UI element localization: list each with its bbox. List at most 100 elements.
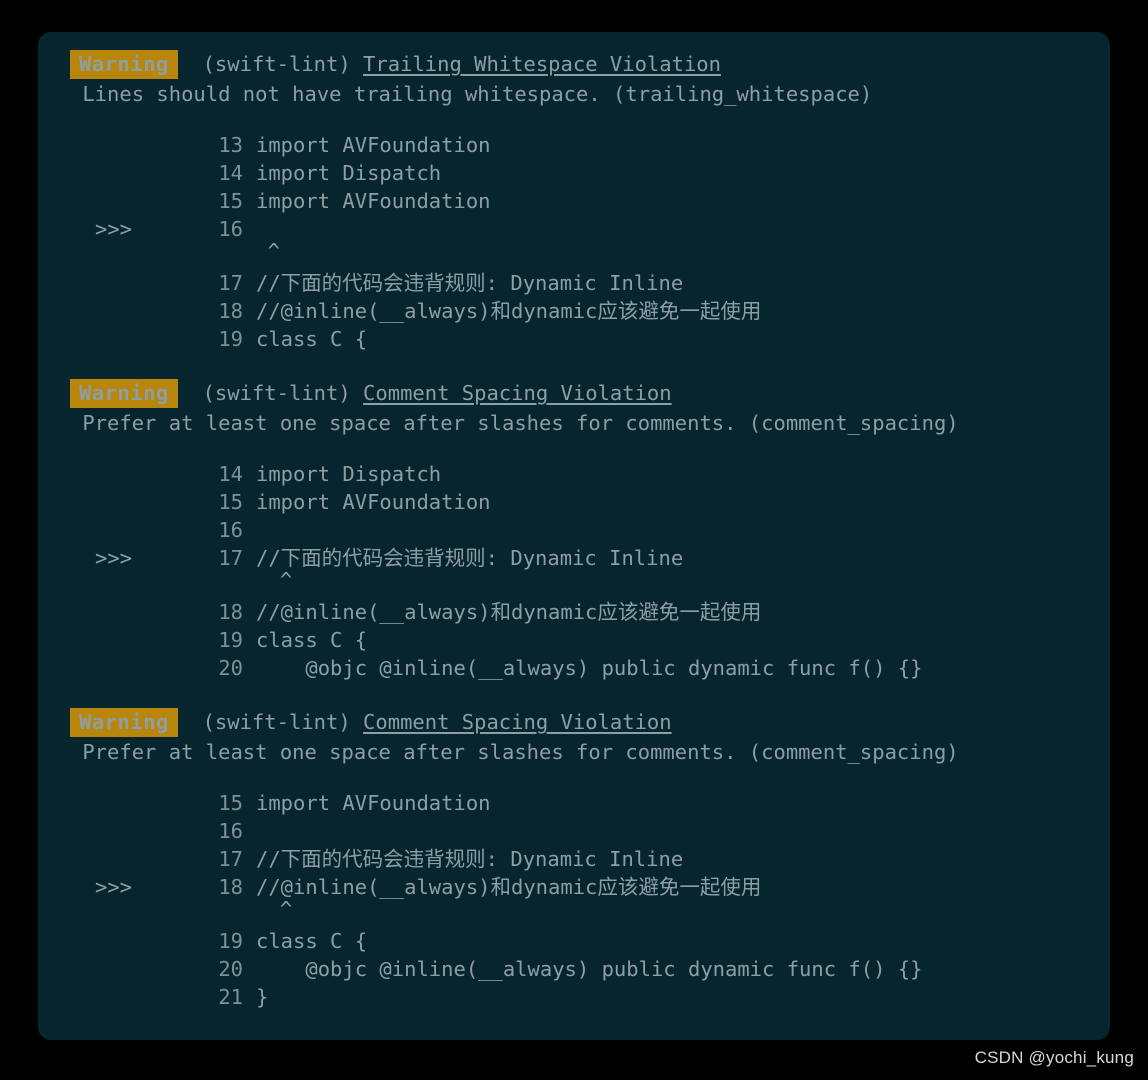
violation-entry: Warning (swift-lint) Comment Spacing Vio… (38, 379, 1110, 682)
line-number: 19 (218, 327, 243, 351)
line-number: 17 (218, 546, 243, 570)
source-code-text: import AVFoundation (256, 490, 491, 514)
line-number: 18 (218, 875, 243, 899)
violation-header: Warning (swift-lint) Comment Spacing Vio… (38, 708, 1110, 737)
line-number: 16 (218, 217, 243, 241)
line-number: 18 (218, 299, 243, 323)
rule-link[interactable]: Comment Spacing Violation (363, 710, 672, 734)
section-divider (38, 353, 1110, 379)
code-line: 18 //@inline(__always)和dynamic应该避免一起使用 (38, 297, 1110, 325)
source-code-text: @objc @inline(__always) public dynamic f… (256, 656, 923, 680)
code-line: 19 class C { (38, 626, 1110, 654)
code-line: 20 @objc @inline(__always) public dynami… (38, 955, 1110, 983)
rule-link[interactable]: Trailing Whitespace Violation (363, 52, 721, 76)
source-code-text: class C { (256, 327, 368, 351)
source-code-text: import Dispatch (256, 161, 442, 185)
code-line: 14 import Dispatch (38, 159, 1110, 187)
source-code-text: //@inline(__always)和dynamic应该避免一起使用 (256, 875, 762, 899)
line-number: 18 (218, 600, 243, 624)
violation-pointer-marker: >>> (95, 875, 133, 899)
code-line: 19 class C { (38, 927, 1110, 955)
code-line: 16 (38, 516, 1110, 544)
code-line: 15 import AVFoundation (38, 789, 1110, 817)
code-context-block: 14 import Dispatch 15 import AVFoundation 16… (38, 460, 1110, 682)
code-line: 17 //下面的代码会违背规则: Dynamic Inline (38, 269, 1110, 297)
code-line: >>> 16 (38, 215, 1110, 243)
violation-entry: Warning (swift-lint) Comment Spacing Vio… (38, 708, 1110, 1011)
line-number: 13 (218, 133, 243, 157)
code-context-block: 13 import AVFoundation 14 import Dispatch 15… (38, 131, 1110, 353)
violation-header: Warning (swift-lint) Trailing Whitespace… (38, 50, 1110, 79)
caret-icon: ^ (267, 239, 280, 263)
line-number: 21 (218, 985, 243, 1009)
source-code-text: class C { (256, 628, 368, 652)
code-line: 21} (38, 983, 1110, 1011)
linter-name: (swift-lint) (202, 52, 351, 76)
linter-name: (swift-lint) (202, 381, 351, 405)
rule-link[interactable]: Comment Spacing Violation (363, 381, 672, 405)
caret-icon: ^ (279, 897, 293, 921)
caret-marker-row: ^ (38, 239, 1110, 269)
line-number: 15 (218, 791, 243, 815)
header-spacer (178, 52, 203, 76)
code-line: 15 import AVFoundation (38, 187, 1110, 215)
caret-icon: ^ (279, 568, 293, 592)
violation-pointer-marker: >>> (95, 546, 133, 570)
violation-header: Warning (swift-lint) Comment Spacing Vio… (38, 379, 1110, 408)
linter-name: (swift-lint) (202, 710, 351, 734)
line-number: 15 (218, 189, 243, 213)
source-code-text: //下面的代码会违背规则: Dynamic Inline (256, 271, 684, 295)
code-line: 19 class C { (38, 325, 1110, 353)
line-number: 20 (218, 656, 243, 680)
source-code-text: @objc @inline(__always) public dynamic f… (256, 957, 923, 981)
source-code-text: import AVFoundation (256, 791, 491, 815)
header-spacer-2 (351, 710, 363, 734)
source-code-text: class C { (256, 929, 368, 953)
caret-marker-row: ^ (38, 897, 1110, 927)
line-number: 20 (218, 957, 243, 981)
source-code-text: } (256, 985, 269, 1009)
line-number: 19 (218, 929, 243, 953)
line-number: 14 (218, 462, 243, 486)
severity-badge: Warning (70, 379, 178, 408)
code-line: >>> 18 //@inline(__always)和dynamic应该避免一起使用 (38, 873, 1110, 901)
header-spacer-2 (351, 381, 363, 405)
line-number: 16 (218, 518, 243, 542)
code-line: >>> 17 //下面的代码会违背规则: Dynamic Inline (38, 544, 1110, 572)
code-line: 17 //下面的代码会违背规则: Dynamic Inline (38, 845, 1110, 873)
code-line: 16 (38, 817, 1110, 845)
source-code-text: import AVFoundation (256, 133, 491, 157)
source-code-text: import Dispatch (256, 462, 442, 486)
line-number: 14 (218, 161, 243, 185)
source-code-text: import AVFoundation (256, 189, 491, 213)
code-line: 13 import AVFoundation (38, 131, 1110, 159)
line-number: 16 (218, 819, 243, 843)
caret-marker-row: ^ (38, 568, 1110, 598)
header-spacer (178, 710, 203, 734)
code-context-block: 15 import AVFoundation 16 17 //下面的代码会违背规则: D… (38, 789, 1110, 1011)
severity-badge: Warning (70, 50, 178, 79)
code-line: 18 //@inline(__always)和dynamic应该避免一起使用 (38, 598, 1110, 626)
source-code-text: //下面的代码会违背规则: Dynamic Inline (256, 546, 684, 570)
code-line: 15 import AVFoundation (38, 488, 1110, 516)
code-line: 14 import Dispatch (38, 460, 1110, 488)
violation-pointer-marker: >>> (95, 217, 133, 241)
source-code-text: //@inline(__always)和dynamic应该避免一起使用 (256, 600, 762, 624)
violation-entry: Warning (swift-lint) Trailing Whitespace… (38, 50, 1110, 353)
violation-description: Prefer at least one space after slashes … (70, 740, 959, 764)
line-number: 17 (218, 847, 243, 871)
lint-output-panel: Warning (swift-lint) Trailing Whitespace… (38, 32, 1110, 1040)
line-number: 15 (218, 490, 243, 514)
code-line: 20 @objc @inline(__always) public dynami… (38, 654, 1110, 682)
source-code-text: //下面的代码会违背规则: Dynamic Inline (256, 847, 684, 871)
section-divider (38, 682, 1110, 708)
violation-description: Lines should not have trailing whitespac… (70, 82, 873, 106)
line-number: 19 (218, 628, 243, 652)
header-spacer-2 (351, 52, 363, 76)
watermark: CSDN @yochi_kung (974, 1048, 1134, 1067)
header-spacer (178, 381, 203, 405)
severity-badge: Warning (70, 708, 178, 737)
violation-description: Prefer at least one space after slashes … (70, 411, 959, 435)
violations-list: Warning (swift-lint) Trailing Whitespace… (38, 50, 1110, 1011)
line-number: 17 (218, 271, 243, 295)
